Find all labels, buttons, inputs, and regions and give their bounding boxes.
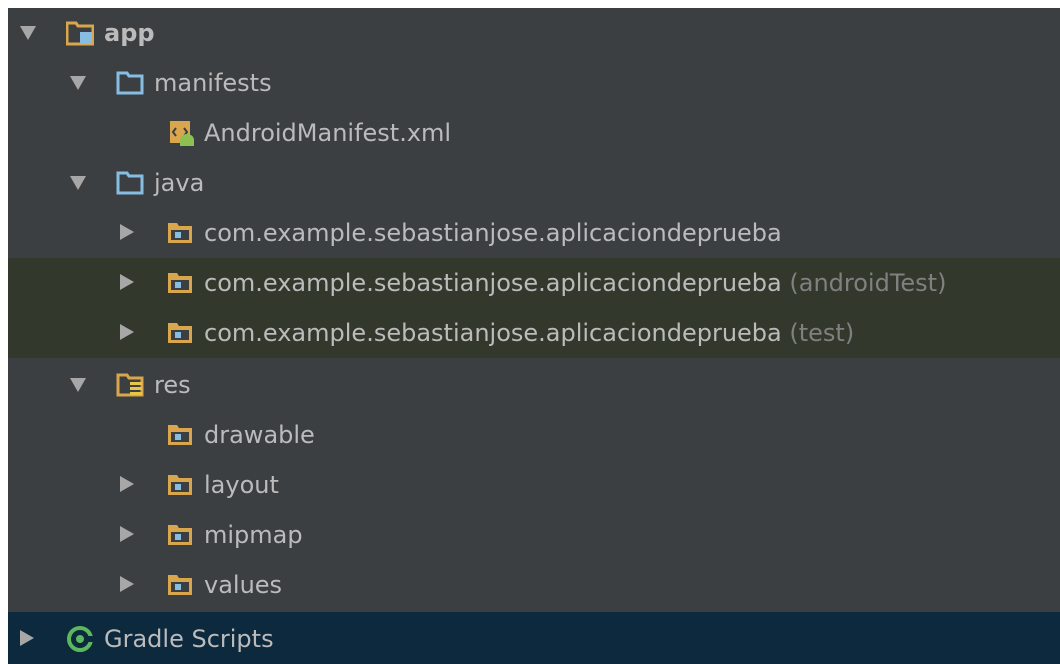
folder-icon xyxy=(116,171,144,195)
collapse-arrow-icon[interactable] xyxy=(70,176,86,190)
collapse-arrow-icon[interactable] xyxy=(70,76,86,90)
folder-icon xyxy=(116,71,144,95)
expand-arrow-icon[interactable] xyxy=(120,576,134,592)
tree-node-label: com.example.sebastianjose.aplicaciondepr… xyxy=(204,219,782,247)
package-icon xyxy=(168,575,192,595)
expand-arrow-icon[interactable] xyxy=(120,274,134,290)
tree-node-res[interactable]: res xyxy=(8,360,1060,410)
tree-node-package-android-test[interactable]: com.example.sebastianjose.aplicaciondepr… xyxy=(8,258,1060,308)
collapse-arrow-icon[interactable] xyxy=(70,378,86,392)
resources-folder-icon xyxy=(116,373,144,397)
android-xml-file-icon xyxy=(170,121,194,146)
tree-node-app[interactable]: app xyxy=(8,8,1060,58)
tree-node-mipmap[interactable]: mipmap xyxy=(8,510,1060,560)
expand-arrow-icon[interactable] xyxy=(20,630,34,646)
tree-node-manifests[interactable]: manifests xyxy=(8,58,1060,108)
package-icon xyxy=(168,475,192,495)
tree-node-java[interactable]: java xyxy=(8,158,1060,208)
tree-node-label: AndroidManifest.xml xyxy=(204,119,452,147)
tree-node-label: manifests xyxy=(154,69,272,97)
collapse-arrow-icon[interactable] xyxy=(20,26,36,40)
tree-node-label: java xyxy=(154,169,205,197)
tree-node-label: drawable xyxy=(204,421,315,449)
package-icon xyxy=(168,323,192,343)
package-icon xyxy=(168,273,192,293)
package-icon xyxy=(168,525,192,545)
app-module-folder-icon xyxy=(66,21,94,46)
package-icon xyxy=(168,223,192,243)
tree-node-label: res xyxy=(154,371,191,399)
tree-node-label: Gradle Scripts xyxy=(104,625,274,653)
tree-node-label: mipmap xyxy=(204,521,303,549)
gradle-icon xyxy=(67,626,94,652)
tree-node-label: app xyxy=(104,19,155,47)
source-set-suffix: (test) xyxy=(789,319,855,347)
tree-node-label: values xyxy=(204,571,283,599)
tree-node-layout[interactable]: layout xyxy=(8,460,1060,510)
tree-node-label: layout xyxy=(204,471,279,499)
expand-arrow-icon[interactable] xyxy=(120,324,134,340)
tree-node-label: com.example.sebastianjose.aplicaciondepr… xyxy=(204,319,855,347)
tree-node-values[interactable]: values xyxy=(8,560,1060,610)
package-icon xyxy=(168,425,192,445)
tree-node-package-test[interactable]: com.example.sebastianjose.aplicaciondepr… xyxy=(8,308,1060,358)
tree-node-gradle-scripts[interactable]: Gradle Scripts xyxy=(8,612,1060,664)
expand-arrow-icon[interactable] xyxy=(120,476,134,492)
expand-arrow-icon[interactable] xyxy=(120,224,134,240)
tree-node-package-main[interactable]: com.example.sebastianjose.aplicaciondepr… xyxy=(8,208,1060,258)
tree-node-android-manifest[interactable]: AndroidManifest.xml xyxy=(8,108,1060,158)
source-set-suffix: (androidTest) xyxy=(789,269,947,297)
tree-node-label: com.example.sebastianjose.aplicaciondepr… xyxy=(204,269,947,297)
expand-arrow-icon[interactable] xyxy=(120,526,134,542)
tree-node-drawable[interactable]: drawable xyxy=(8,410,1060,460)
project-tree-panel: app manifests AndroidManifest.xml java c… xyxy=(8,8,1060,664)
